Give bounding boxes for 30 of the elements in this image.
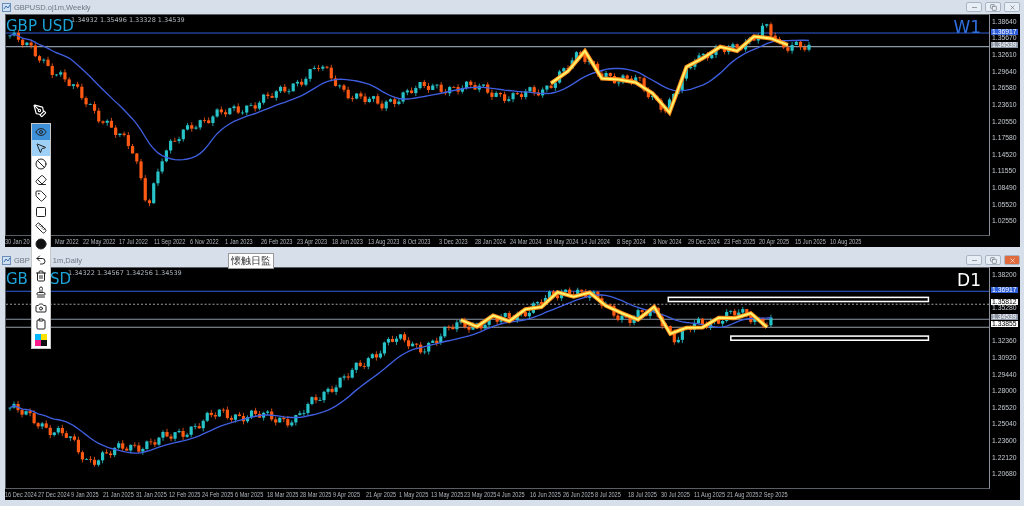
maximize-icon <box>989 256 997 264</box>
tool-button[interactable] <box>32 188 50 204</box>
tool-button[interactable] <box>32 220 50 236</box>
dot-icon <box>35 238 47 250</box>
symbol-label: GB <box>6 270 28 288</box>
square-icon <box>35 206 47 218</box>
ruler-icon <box>35 222 47 234</box>
tool-button[interactable] <box>32 172 50 188</box>
stamp-icon <box>35 286 47 298</box>
camera-icon <box>35 302 47 314</box>
pen-icon[interactable] <box>33 104 47 118</box>
trash-icon <box>35 270 47 282</box>
tool-button[interactable] <box>32 300 50 316</box>
tool-button[interactable] <box>32 332 50 348</box>
tool-button[interactable] <box>32 140 50 156</box>
maximize-icon <box>989 3 997 11</box>
timeframe-label: D1 <box>957 270 981 290</box>
eye-icon <box>35 126 47 138</box>
tooltip: 懐触日監 <box>228 253 274 269</box>
timeframe-label: W1 <box>953 17 981 37</box>
tool-button[interactable] <box>32 156 50 172</box>
clipboard-icon <box>35 318 47 330</box>
undo-icon <box>35 254 47 266</box>
eraser-icon <box>35 174 47 186</box>
pointer-icon <box>35 142 47 154</box>
palette-icon <box>35 334 47 346</box>
crossed-circle-icon <box>35 158 47 170</box>
close-icon <box>1008 3 1016 11</box>
close-icon <box>1008 256 1016 264</box>
tag-icon <box>35 190 47 202</box>
